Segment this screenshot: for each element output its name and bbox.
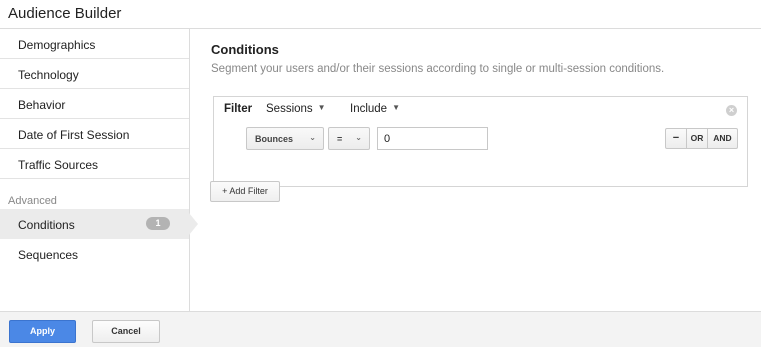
conditions-panel: Conditions Segment your users and/or the…	[191, 29, 761, 311]
sidebar-item-label: Demographics	[18, 38, 96, 52]
include-dropdown[interactable]: Include ▼	[350, 103, 400, 115]
add-filter-button[interactable]: + Add Filter	[210, 181, 280, 202]
sidebar: Demographics Technology Behavior Date of…	[0, 29, 198, 311]
and-button[interactable]: AND	[708, 129, 737, 148]
filter-box: Filter Sessions ▼ Include ▼ × Bounces ⌄ = …	[213, 96, 748, 187]
sidebar-item-sequences[interactable]: Sequences	[0, 239, 189, 269]
count-badge: 1	[146, 217, 170, 230]
page-subtitle: Segment your users and/or their sessions…	[211, 63, 665, 75]
sidebar-item-technology[interactable]: Technology	[0, 59, 189, 89]
scope-dropdown-value: Sessions	[266, 103, 313, 115]
sidebar-item-label: Conditions	[18, 218, 75, 232]
filter-label: Filter	[224, 103, 253, 115]
caret-down-icon: ▼	[317, 103, 326, 112]
sidebar-item-behavior[interactable]: Behavior	[0, 89, 189, 119]
sidebar-item-label: Date of First Session	[18, 128, 130, 142]
filter-value-input[interactable]	[377, 127, 488, 150]
operator-select-value: =	[337, 134, 343, 144]
caret-down-icon: ▼	[392, 103, 401, 112]
sidebar-item-label: Technology	[18, 68, 79, 82]
condition-ops-group: − OR AND	[665, 128, 738, 149]
sidebar-item-demographics[interactable]: Demographics	[0, 29, 189, 59]
remove-condition-button[interactable]: −	[666, 129, 687, 148]
metric-select[interactable]: Bounces ⌄	[246, 127, 324, 150]
cancel-button[interactable]: Cancel	[92, 320, 160, 343]
metric-select-value: Bounces	[255, 134, 294, 144]
window-title: Audience Builder	[8, 5, 122, 22]
sidebar-item-date-of-first-session[interactable]: Date of First Session	[0, 119, 189, 149]
apply-button[interactable]: Apply	[9, 320, 76, 343]
or-button[interactable]: OR	[687, 129, 708, 148]
sidebar-item-conditions[interactable]: Conditions 1	[0, 209, 198, 239]
sidebar-item-label: Behavior	[18, 98, 66, 112]
sidebar-item-traffic-sources[interactable]: Traffic Sources	[0, 149, 189, 179]
caret-down-icon: ⌄	[309, 133, 316, 142]
advanced-section-label: Advanced	[8, 195, 57, 207]
sidebar-item-label: Sequences	[18, 248, 79, 262]
footer-bar: Apply Cancel	[0, 311, 761, 347]
caret-down-icon: ⌄	[355, 133, 362, 142]
sidebar-item-label: Traffic Sources	[18, 158, 99, 172]
scope-dropdown[interactable]: Sessions ▼	[266, 103, 326, 115]
include-dropdown-value: Include	[350, 103, 388, 115]
title-bar: Audience Builder	[0, 0, 761, 29]
operator-select[interactable]: = ⌄	[328, 127, 370, 150]
remove-filter-icon[interactable]: ×	[726, 105, 737, 116]
page-title: Conditions	[211, 42, 279, 57]
